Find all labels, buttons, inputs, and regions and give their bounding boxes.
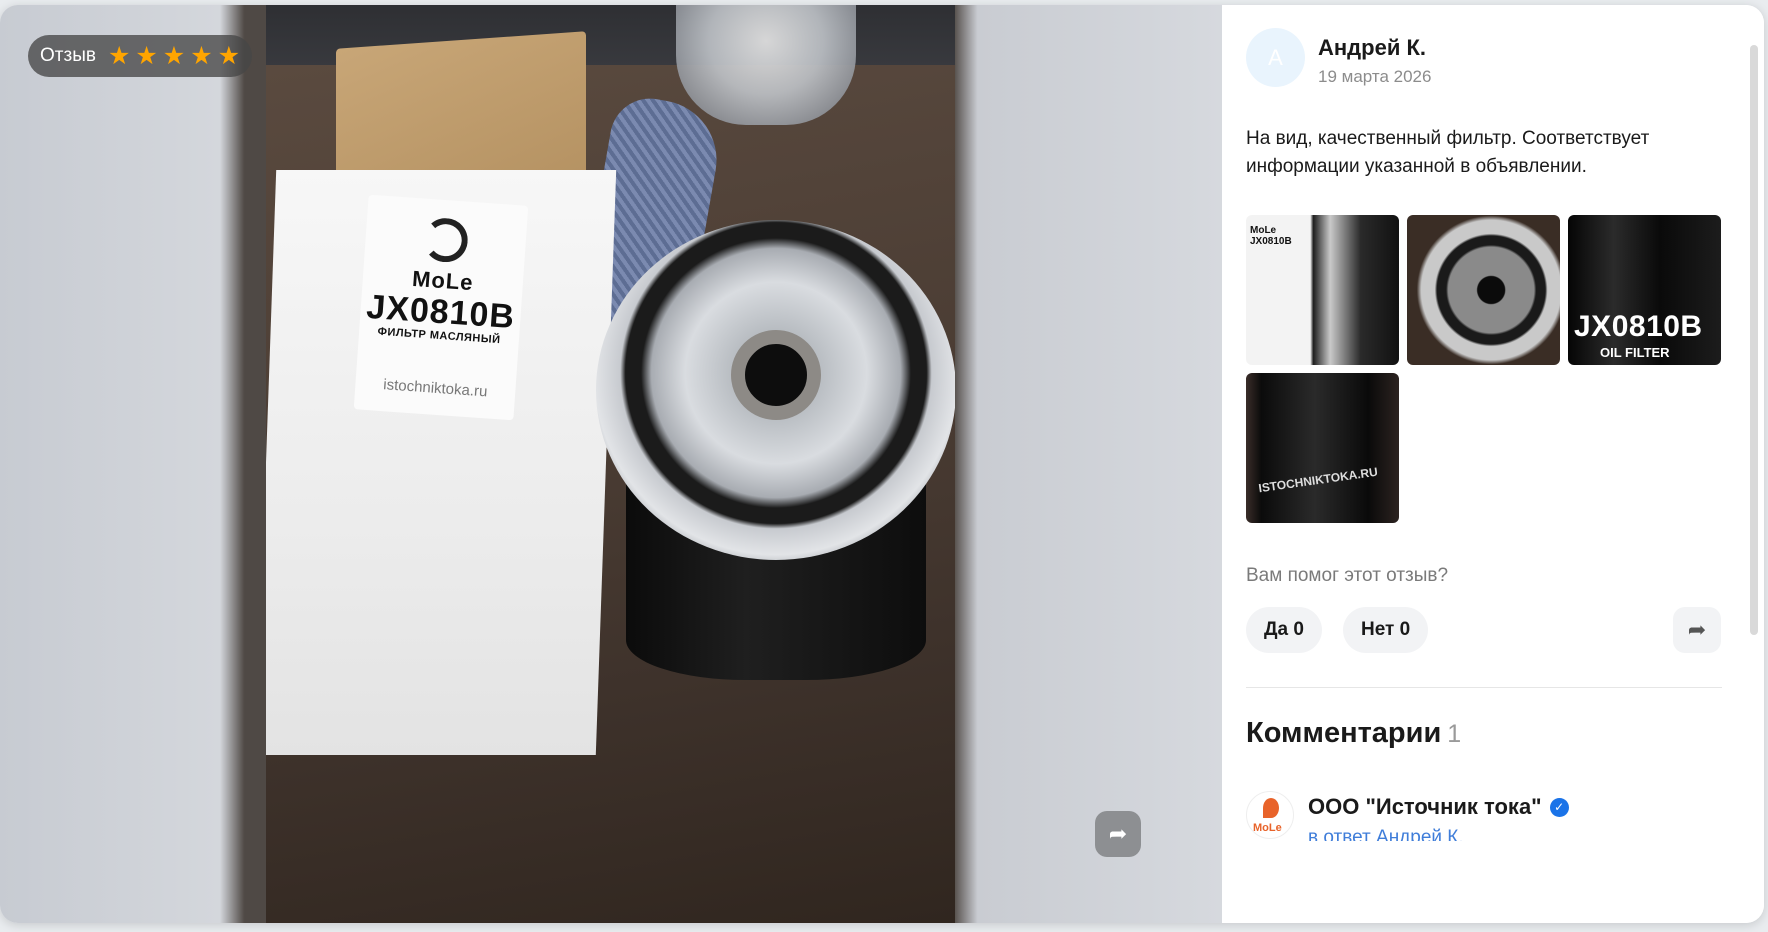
avatar[interactable]: А <box>1246 28 1305 87</box>
share-button[interactable]: ➦ <box>1673 607 1721 653</box>
comment-author[interactable]: ООО "Источник тока" ✓ <box>1308 794 1569 820</box>
star-icon: ★ <box>217 41 241 70</box>
photo-viewer[interactable]: MoLe JX0810B ФИЛЬТР МАСЛЯНЫЙ istochnikto… <box>0 5 1222 923</box>
comments-count: 1 <box>1447 720 1462 748</box>
vote-yes-button[interactable]: Да 0 <box>1246 607 1322 653</box>
review-date: 19 марта 2026 <box>1318 67 1432 86</box>
thumbnail[interactable] <box>1407 215 1560 365</box>
rating-stars: ★ ★ ★ ★ ★ <box>107 41 241 70</box>
photo-oil-filter <box>596 220 955 690</box>
brand-logo-icon <box>1263 798 1279 818</box>
comment-reply-to[interactable]: в ответ Андрей К. <box>1308 827 1464 841</box>
photo-bottle <box>676 5 856 125</box>
thumbnail-text: MoLe JX0810B <box>1250 225 1292 247</box>
vote-no-button[interactable]: Нет 0 <box>1343 607 1429 653</box>
thumbnail-text: JX0810B <box>1574 310 1703 343</box>
photo-box-label: MoLe JX0810B ФИЛЬТР МАСЛЯНЫЙ istochnikto… <box>353 194 529 421</box>
star-icon: ★ <box>107 41 131 70</box>
share-arrow-icon: ➦ <box>1108 821 1128 846</box>
thumbnail-subtext: OIL FILTER <box>1600 345 1670 360</box>
comment-author-name: ООО "Источник тока" <box>1308 794 1542 819</box>
thumbnail[interactable]: JX0810B OIL FILTER <box>1568 215 1721 365</box>
divider <box>1246 687 1722 688</box>
share-arrow-icon: ➦ <box>1687 617 1707 642</box>
panel-scrollbar[interactable] <box>1750 45 1758 635</box>
helpful-question: Вам помог этот отзыв? <box>1246 565 1449 586</box>
review-photo: MoLe JX0810B ФИЛЬТР МАСЛЯНЫЙ istochnikto… <box>266 5 955 923</box>
label-site: istochniktoka.ru <box>382 376 488 401</box>
brand-logo-icon <box>422 216 470 264</box>
verified-icon: ✓ <box>1549 797 1569 817</box>
comments-title: Комментарии <box>1246 717 1442 749</box>
review-panel: А Андрей К. 19 марта 2026 На вид, качест… <box>1222 5 1764 923</box>
comment-avatar[interactable]: MoLe <box>1246 791 1294 839</box>
thumbnail[interactable]: ISTOCHNIKTOKA.RU <box>1246 373 1399 523</box>
review-thumbnails: MoLe JX0810B JX0810B OIL FILTER ISTOCHNI… <box>1246 215 1722 523</box>
review-author[interactable]: Андрей К. <box>1318 35 1426 61</box>
thumbnail-text: ISTOCHNIKTOKA.RU <box>1257 464 1379 496</box>
comments-heading: Комментарии 1 <box>1246 717 1461 750</box>
photo-share-button[interactable]: ➦ <box>1095 811 1141 857</box>
star-icon: ★ <box>135 41 158 70</box>
star-icon: ★ <box>162 41 186 70</box>
star-icon: ★ <box>190 41 213 70</box>
review-text: На вид, качественный фильтр. Соответству… <box>1246 128 1650 177</box>
badge-label: Отзыв <box>40 45 96 66</box>
comment-avatar-text: MoLe <box>1253 822 1282 834</box>
review-rating-badge: Отзыв ★ ★ ★ ★ ★ <box>28 35 253 77</box>
review-modal: MoLe JX0810B ФИЛЬТР МАСЛЯНЫЙ istochnikto… <box>0 5 1764 923</box>
filter-hole <box>731 330 821 420</box>
thumbnail[interactable]: MoLe JX0810B <box>1246 215 1399 365</box>
